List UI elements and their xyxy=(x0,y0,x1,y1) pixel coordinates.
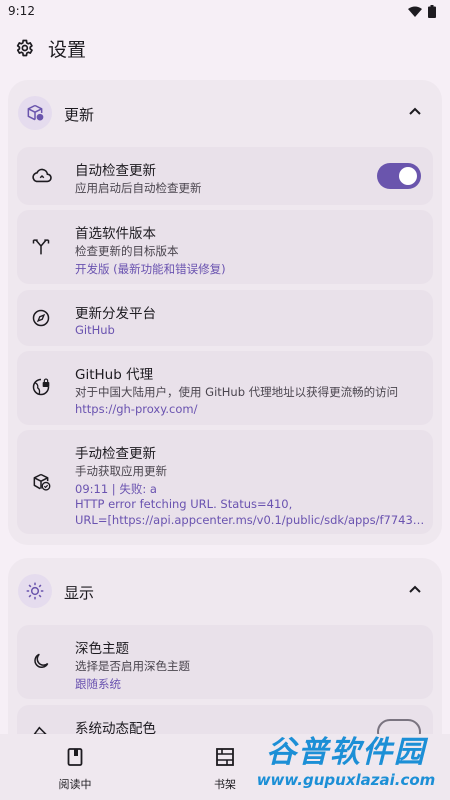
dark-theme-item[interactable]: 深色主题 选择是否启用深色主题 跟随系统 xyxy=(17,625,433,699)
dark-theme-subtitle: 选择是否启用深色主题 xyxy=(75,659,190,673)
auto-check-toggle[interactable] xyxy=(377,163,421,189)
manual-check-update-item[interactable]: 手动检查更新 手动获取应用更新 09:11 | 失败: a HTTP error… xyxy=(17,430,433,534)
watermark-main-text: 谷普软件园 xyxy=(266,735,426,770)
toggle-knob xyxy=(399,167,417,185)
compass-icon xyxy=(32,309,50,327)
manual-check-status-time: 09:11 | 失败: a xyxy=(75,482,157,496)
gear-icon xyxy=(16,39,33,57)
package-check-icon xyxy=(33,473,51,491)
github-proxy-item[interactable]: GitHub 代理 对于中国大陆用户，使用 GitHub 代理地址以获得更流畅的… xyxy=(17,351,433,425)
package-update-icon xyxy=(27,104,44,121)
globe-lock-icon xyxy=(32,378,50,396)
moon-icon xyxy=(34,653,49,668)
github-proxy-title: GitHub 代理 xyxy=(75,367,154,383)
github-proxy-value: https://gh-proxy.com/ xyxy=(75,402,198,416)
auto-check-title: 自动检查更新 xyxy=(75,163,156,179)
status-time: 9:12 xyxy=(8,4,35,18)
chevron-up-icon[interactable] xyxy=(408,584,422,594)
page-title: 设置 xyxy=(48,38,87,61)
auto-check-update-item[interactable]: 自动检查更新 应用启动后自动检查更新 xyxy=(17,147,433,205)
update-platform-title: 更新分发平台 xyxy=(75,306,156,322)
preferred-version-title: 首选软件版本 xyxy=(75,226,156,242)
dark-theme-title: 深色主题 xyxy=(75,641,129,657)
manual-check-error: HTTP error fetching URL. Status=410, xyxy=(75,497,293,511)
bookshelf-icon xyxy=(216,748,234,766)
update-section-icon-wrap xyxy=(18,96,52,130)
update-section-header[interactable]: 更新 xyxy=(8,80,442,144)
status-icons xyxy=(408,4,436,18)
nav-label-reading: 阅读中 xyxy=(58,778,92,791)
status-bar: 9:12 xyxy=(0,0,450,22)
sun-icon xyxy=(26,582,44,600)
book-icon xyxy=(67,748,83,766)
fork-icon xyxy=(32,239,50,255)
manual-check-subtitle: 手动获取应用更新 xyxy=(75,464,167,478)
preferred-version-subtitle: 检查更新的目标版本 xyxy=(75,244,179,258)
update-platform-item[interactable]: 更新分发平台 GitHub xyxy=(17,290,433,346)
github-proxy-subtitle: 对于中国大陆用户，使用 GitHub 代理地址以获得更流畅的访问 xyxy=(75,385,399,399)
update-section: 更新 自动检查更新 应用启动后自动检查更新 首选软件版本 检查更新的目标版本 开… xyxy=(8,80,442,545)
auto-check-subtitle: 应用启动后自动检查更新 xyxy=(75,181,202,195)
battery-icon xyxy=(428,4,436,18)
dark-theme-value: 跟随系统 xyxy=(75,677,121,691)
manual-check-title: 手动检查更新 xyxy=(75,446,156,462)
app-bar: 设置 xyxy=(0,30,450,66)
manual-check-error-url: URL=[https://api.appcenter.ms/v0.1/publi… xyxy=(75,513,430,527)
cloud-sync-icon xyxy=(32,168,52,183)
preferred-version-item[interactable]: 首选软件版本 检查更新的目标版本 开发版 (最新功能和错误修复) xyxy=(17,210,433,284)
update-platform-value: GitHub xyxy=(75,323,115,337)
preferred-version-value: 开发版 (最新功能和错误修复) xyxy=(75,262,226,276)
chevron-up-icon[interactable] xyxy=(408,106,422,116)
display-section-header[interactable]: 显示 xyxy=(8,558,442,622)
nav-item-reading[interactable]: 阅读中 xyxy=(0,734,150,800)
watermark-sub-text: www.gupuxlazai.com xyxy=(256,771,436,789)
display-section-title: 显示 xyxy=(64,584,95,602)
wifi-icon xyxy=(408,6,422,17)
display-section-icon-wrap xyxy=(18,574,52,608)
watermark-logo: 谷普软件园 www.gupuxlazai.com xyxy=(248,726,444,790)
update-section-title: 更新 xyxy=(64,106,95,124)
